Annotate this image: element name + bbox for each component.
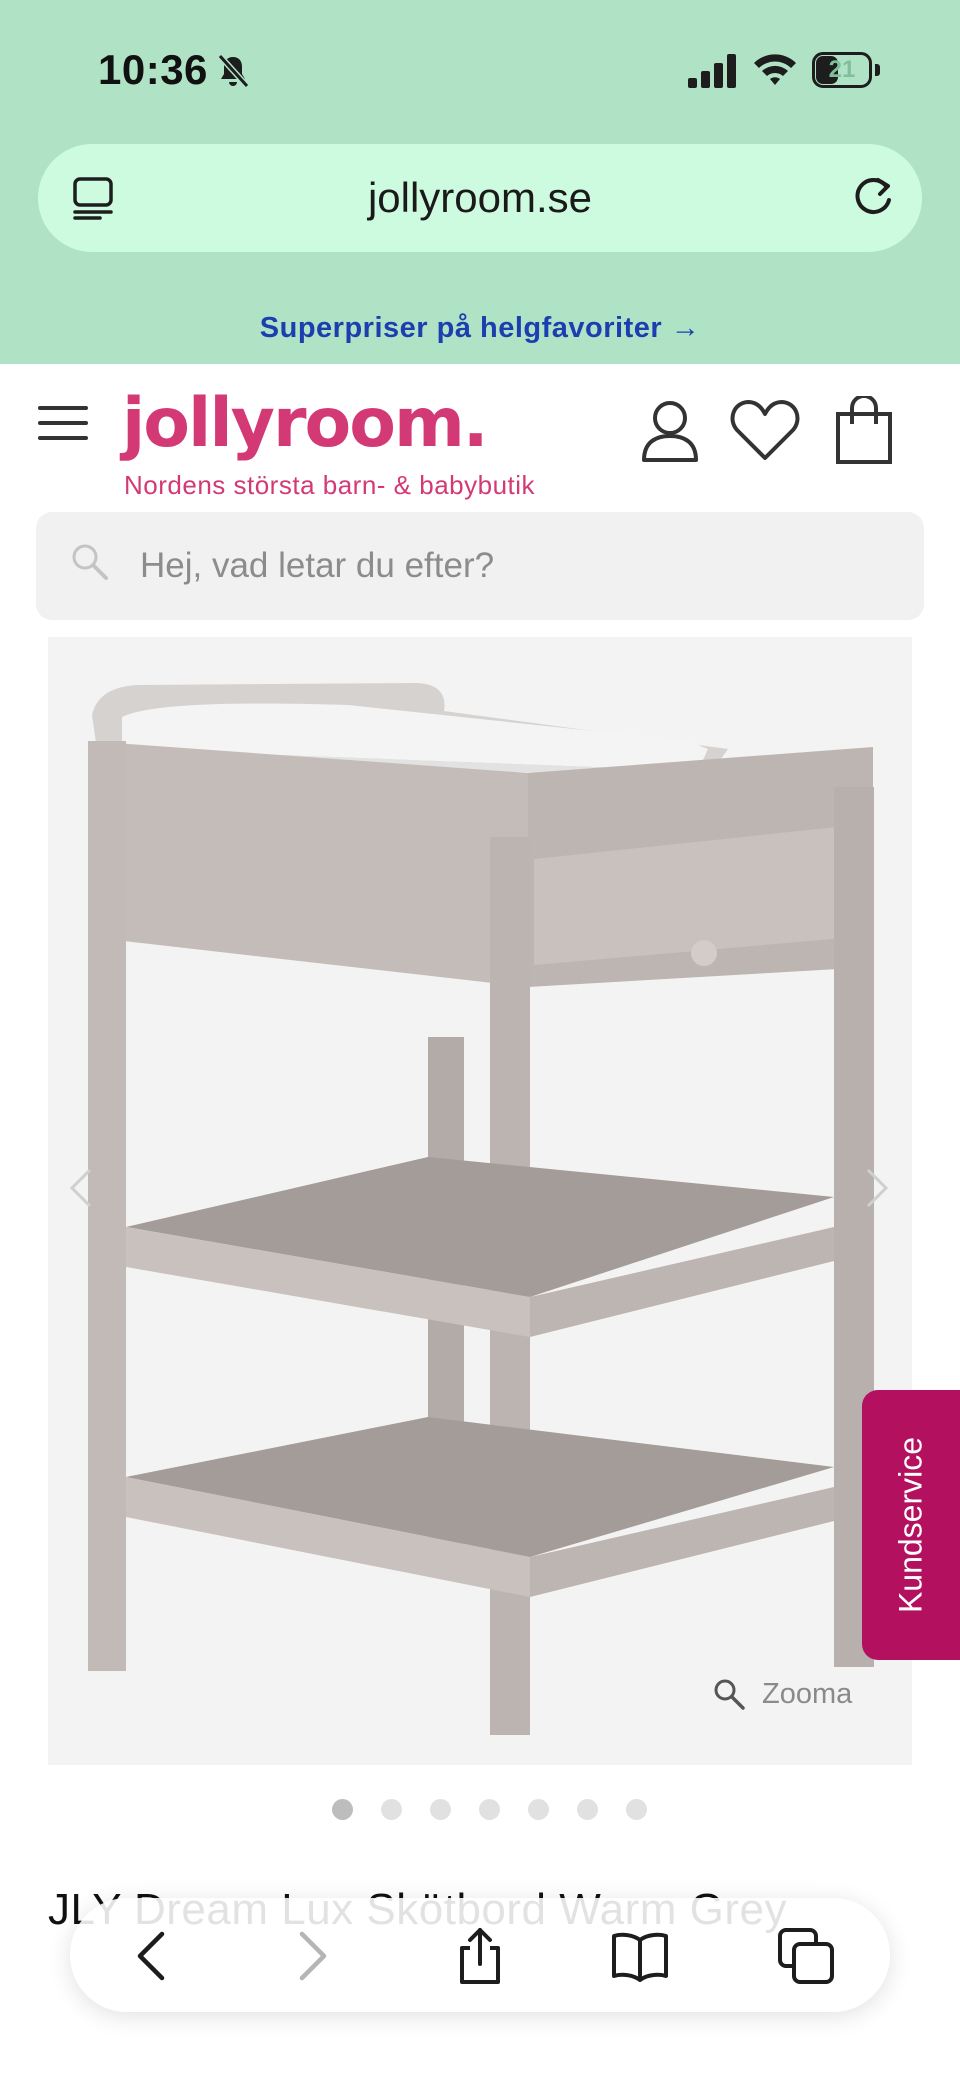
heart-icon[interactable] [730, 398, 800, 462]
bell-slash-icon [217, 53, 250, 89]
battery-icon: 21 [812, 52, 880, 88]
carousel-dot[interactable] [479, 1799, 500, 1820]
search-bar[interactable] [36, 512, 924, 620]
back-icon[interactable] [122, 1926, 182, 1986]
user-icon[interactable] [640, 398, 700, 462]
forward-icon[interactable] [282, 1926, 342, 1986]
chevron-left-icon[interactable] [66, 1166, 96, 1210]
url-text[interactable]: jollyroom.se [38, 174, 922, 222]
changing-table-image [88, 683, 874, 1735]
battery-level: 21 [828, 56, 856, 83]
share-icon[interactable] [450, 1926, 510, 1986]
carousel-dot[interactable] [430, 1799, 451, 1820]
signal-icon [688, 54, 736, 88]
wifi-icon [754, 54, 796, 85]
carousel-dot[interactable] [332, 1799, 353, 1820]
carousel-dot[interactable] [528, 1799, 549, 1820]
browser-chrome: 10:36 21 jollyroom.se Superpriser på hel… [0, 0, 960, 364]
carousel-dot[interactable] [577, 1799, 598, 1820]
site-tagline: Nordens största barn- & babybutik [124, 470, 536, 500]
search-icon [72, 544, 108, 580]
bag-icon[interactable] [834, 396, 894, 466]
chevron-right-icon[interactable] [862, 1166, 892, 1210]
tab-overview-icon[interactable] [776, 1926, 836, 1986]
bookmarks-icon[interactable] [610, 1926, 670, 1986]
menu-icon[interactable] [38, 406, 88, 446]
product-image[interactable] [48, 637, 912, 1765]
customer-service-label: Kundservice [892, 1436, 929, 1614]
address-bar[interactable]: jollyroom.se [38, 144, 922, 252]
reload-icon[interactable] [850, 174, 896, 220]
carousel-dot[interactable] [381, 1799, 402, 1820]
search-input[interactable] [140, 536, 880, 596]
browser-toolbar [70, 1898, 890, 2012]
zoom-button[interactable]: Zooma [712, 1672, 852, 1716]
customer-service-tab[interactable]: Kundservice [862, 1390, 960, 1660]
zoom-label: Zooma [762, 1677, 853, 1710]
zoom-icon [714, 1679, 745, 1710]
status-time: 10:36 [98, 46, 208, 93]
carousel-dots [332, 1799, 647, 1820]
promo-banner-link[interactable]: Superpriser på helgfavoriter → [0, 312, 960, 345]
site-logo[interactable]: jollyroom. [122, 384, 489, 463]
carousel-dot[interactable] [626, 1799, 647, 1820]
